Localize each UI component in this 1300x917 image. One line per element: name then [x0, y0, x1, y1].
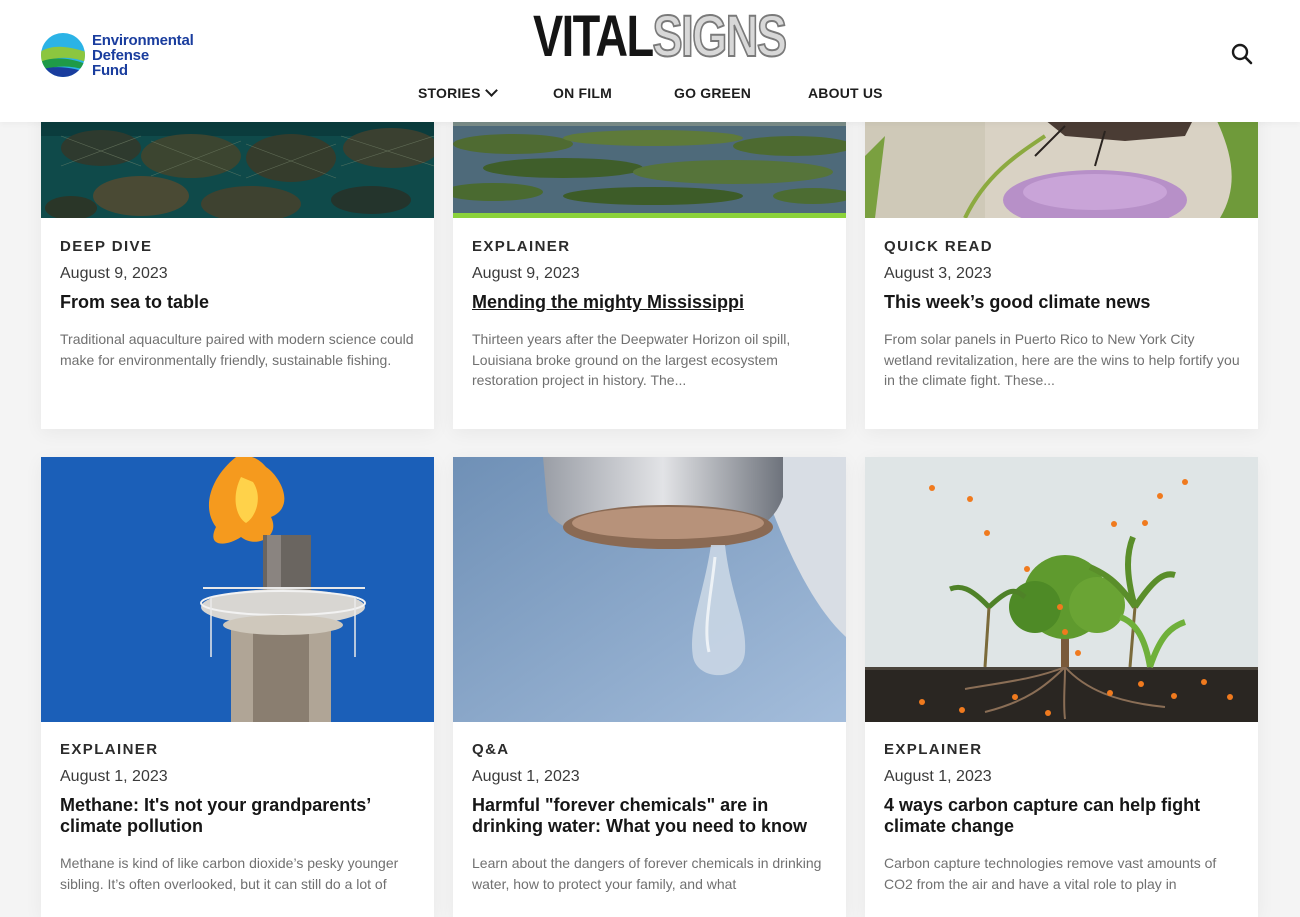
card-kicker[interactable]: EXPLAINER	[60, 740, 420, 760]
vital-signs-masthead[interactable]: VITAL SIGNS	[533, 4, 788, 69]
masthead-vital: VITAL	[533, 4, 654, 69]
card-body: QUICK READ August 3, 2023 This week’s go…	[884, 237, 1244, 391]
card-date: August 3, 2023	[884, 265, 992, 282]
card-kicker[interactable]: QUICK READ	[884, 237, 1244, 257]
card-excerpt: Learn about the dangers of forever chemi…	[472, 855, 822, 892]
card-excerpt: Methane is kind of like carbon dioxide’s…	[60, 855, 399, 892]
edf-logo[interactable]: Environmental Defense Fund	[40, 32, 194, 78]
card-kicker[interactable]: EXPLAINER	[884, 740, 1244, 760]
nav-about-us[interactable]: ABOUT US	[808, 84, 883, 102]
card-kicker[interactable]: EXPLAINER	[472, 237, 832, 257]
card-title[interactable]: This week’s good climate news	[884, 292, 1244, 313]
card-kicker[interactable]: DEEP DIVE	[60, 237, 420, 257]
story-card-carbon-capture[interactable]: EXPLAINER August 1, 2023 4 ways carbon c…	[865, 457, 1258, 917]
card-title[interactable]: Methane: It's not your grandparents’ cli…	[60, 795, 420, 837]
main-nav: STORIES ON FILM GO GREEN ABOUT US	[0, 84, 1300, 104]
card-excerpt: Carbon capture technologies remove vast …	[884, 855, 1217, 892]
logo-line-2: Defense	[92, 46, 149, 64]
card-body: Q&A August 1, 2023 Harmful "forever chem…	[472, 740, 832, 894]
card-kicker[interactable]: Q&A	[472, 740, 832, 760]
card-body: EXPLAINER August 9, 2023 Mending the mig…	[472, 237, 832, 391]
card-title[interactable]: Harmful "forever chemicals" are in drink…	[472, 795, 832, 837]
nav-stories[interactable]: STORIES	[418, 84, 498, 102]
card-date: August 9, 2023	[60, 265, 168, 282]
card-excerpt: Traditional aquaculture paired with mode…	[60, 331, 414, 368]
card-body: EXPLAINER August 1, 2023 4 ways carbon c…	[884, 740, 1244, 894]
card-title[interactable]: From sea to table	[60, 292, 420, 313]
card-excerpt: Thirteen years after the Deepwater Horiz…	[472, 331, 791, 388]
card-title[interactable]: 4 ways carbon capture can help fight cli…	[884, 795, 1244, 837]
nav-stories-label: STORIES	[418, 85, 481, 101]
card-title[interactable]: Mending the mighty Mississippi	[472, 292, 832, 313]
search-icon[interactable]	[1230, 42, 1254, 66]
chevron-down-icon	[484, 84, 498, 97]
story-card-methane[interactable]: EXPLAINER August 1, 2023 Methane: It's n…	[41, 457, 434, 917]
story-card-forever-chemicals[interactable]: Q&A August 1, 2023 Harmful "forever chem…	[453, 457, 846, 917]
logo-line-3: Fund	[92, 61, 128, 79]
site-header: Environmental Defense Fund VITAL SIGNS ST…	[0, 0, 1300, 122]
story-card-mississippi[interactable]: EXPLAINER August 9, 2023 Mending the mig…	[453, 96, 846, 429]
water-faucet-drop-image	[453, 457, 846, 722]
edf-logo-text: Environmental Defense Fund	[92, 33, 194, 78]
card-date: August 1, 2023	[60, 768, 168, 785]
nav-go-green[interactable]: GO GREEN	[674, 84, 751, 102]
card-date: August 1, 2023	[884, 768, 992, 785]
logo-line-1: Environmental	[92, 31, 194, 49]
trees-roots-carbon-image	[865, 457, 1258, 722]
card-excerpt: From solar panels in Puerto Rico to New …	[884, 331, 1240, 388]
card-body: DEEP DIVE August 9, 2023 From sea to tab…	[60, 237, 420, 370]
nav-on-film[interactable]: ON FILM	[553, 84, 612, 102]
story-card-good-climate-news[interactable]: QUICK READ August 3, 2023 This week’s go…	[865, 96, 1258, 429]
masthead-signs: SIGNS	[652, 4, 788, 69]
story-card-sea-to-table[interactable]: DEEP DIVE August 9, 2023 From sea to tab…	[41, 96, 434, 429]
card-date: August 1, 2023	[472, 768, 580, 785]
gas-flare-stack-image	[41, 457, 434, 722]
card-body: EXPLAINER August 1, 2023 Methane: It's n…	[60, 740, 420, 894]
edf-logo-icon	[41, 33, 85, 77]
card-date: August 9, 2023	[472, 265, 580, 282]
